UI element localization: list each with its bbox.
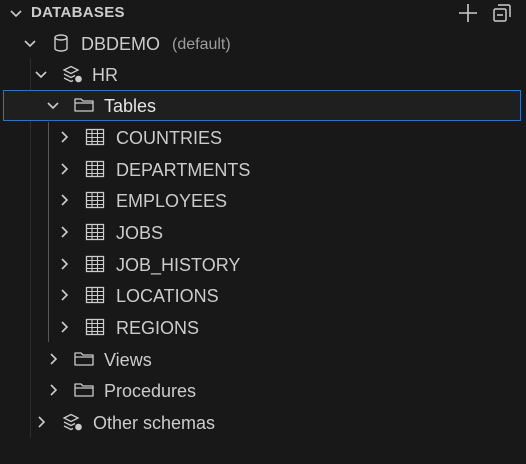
folder-icon <box>73 380 95 400</box>
tree-item-table[interactable]: EMPLOYEES <box>0 185 526 215</box>
folder-label: Tables <box>104 96 157 116</box>
collapse-all-icon[interactable] <box>490 1 514 25</box>
chevron-down-icon[interactable] <box>8 5 24 21</box>
table-icon <box>84 159 106 179</box>
schema-name: HR <box>92 65 118 85</box>
chevron-right-icon[interactable] <box>56 287 72 303</box>
table-icon <box>84 190 106 210</box>
chevron-down-icon[interactable] <box>22 35 38 51</box>
folder-label: Views <box>104 350 152 370</box>
add-icon[interactable] <box>456 1 480 25</box>
connection-name: DBDEMO <box>81 34 161 54</box>
table-name: JOB_HISTORY <box>116 255 241 275</box>
connection-description: (default) <box>172 36 231 53</box>
table-name: LOCATIONS <box>116 286 219 306</box>
chevron-right-icon[interactable] <box>56 161 72 177</box>
tree-item-other-schemas[interactable]: Other schemas <box>0 407 526 437</box>
chevron-right-icon[interactable] <box>56 192 72 208</box>
tree-item-connection[interactable]: DBDEMO (default) <box>0 28 526 58</box>
chevron-right-icon[interactable] <box>56 129 72 145</box>
schema-icon <box>62 412 84 432</box>
tree-item-procedures-folder[interactable]: Procedures <box>0 375 526 405</box>
chevron-right-icon[interactable] <box>56 256 72 272</box>
tree-item-views-folder[interactable]: Views <box>0 344 526 374</box>
table-name: EMPLOYEES <box>116 191 228 211</box>
table-name: DEPARTMENTS <box>116 160 251 180</box>
chevron-down-icon[interactable] <box>45 97 61 113</box>
table-name: COUNTRIES <box>116 128 223 148</box>
databases-section-header[interactable]: DATABASES <box>0 0 526 26</box>
table-icon <box>84 285 106 305</box>
table-icon <box>84 127 106 147</box>
folder-label: Procedures <box>104 381 197 401</box>
tree-item-table[interactable]: DEPARTMENTS <box>0 154 526 184</box>
chevron-right-icon[interactable] <box>33 414 49 430</box>
tree-item-tables-folder[interactable]: Tables <box>3 90 521 121</box>
table-name: JOBS <box>116 223 164 243</box>
folder-icon <box>73 95 95 115</box>
schema-name: Other schemas <box>93 413 216 433</box>
chevron-down-icon[interactable] <box>33 66 49 82</box>
table-icon <box>84 317 106 337</box>
tree-item-schema-hr[interactable]: HR <box>0 59 526 89</box>
tree-item-table[interactable]: JOBS <box>0 217 526 247</box>
schema-icon <box>62 64 84 84</box>
tree-item-table[interactable]: JOB_HISTORY <box>0 249 526 279</box>
section-title: DATABASES <box>31 4 125 21</box>
chevron-right-icon[interactable] <box>45 351 61 367</box>
table-icon <box>84 222 106 242</box>
folder-icon <box>73 349 95 369</box>
tree-item-table[interactable]: COUNTRIES <box>0 122 526 152</box>
tree-item-table[interactable]: REGIONS <box>0 312 526 342</box>
table-icon <box>84 254 106 274</box>
table-name: REGIONS <box>116 318 200 338</box>
chevron-right-icon[interactable] <box>45 382 61 398</box>
database-icon <box>50 33 72 53</box>
chevron-right-icon[interactable] <box>56 224 72 240</box>
tree-item-table[interactable]: LOCATIONS <box>0 280 526 310</box>
chevron-right-icon[interactable] <box>56 319 72 335</box>
